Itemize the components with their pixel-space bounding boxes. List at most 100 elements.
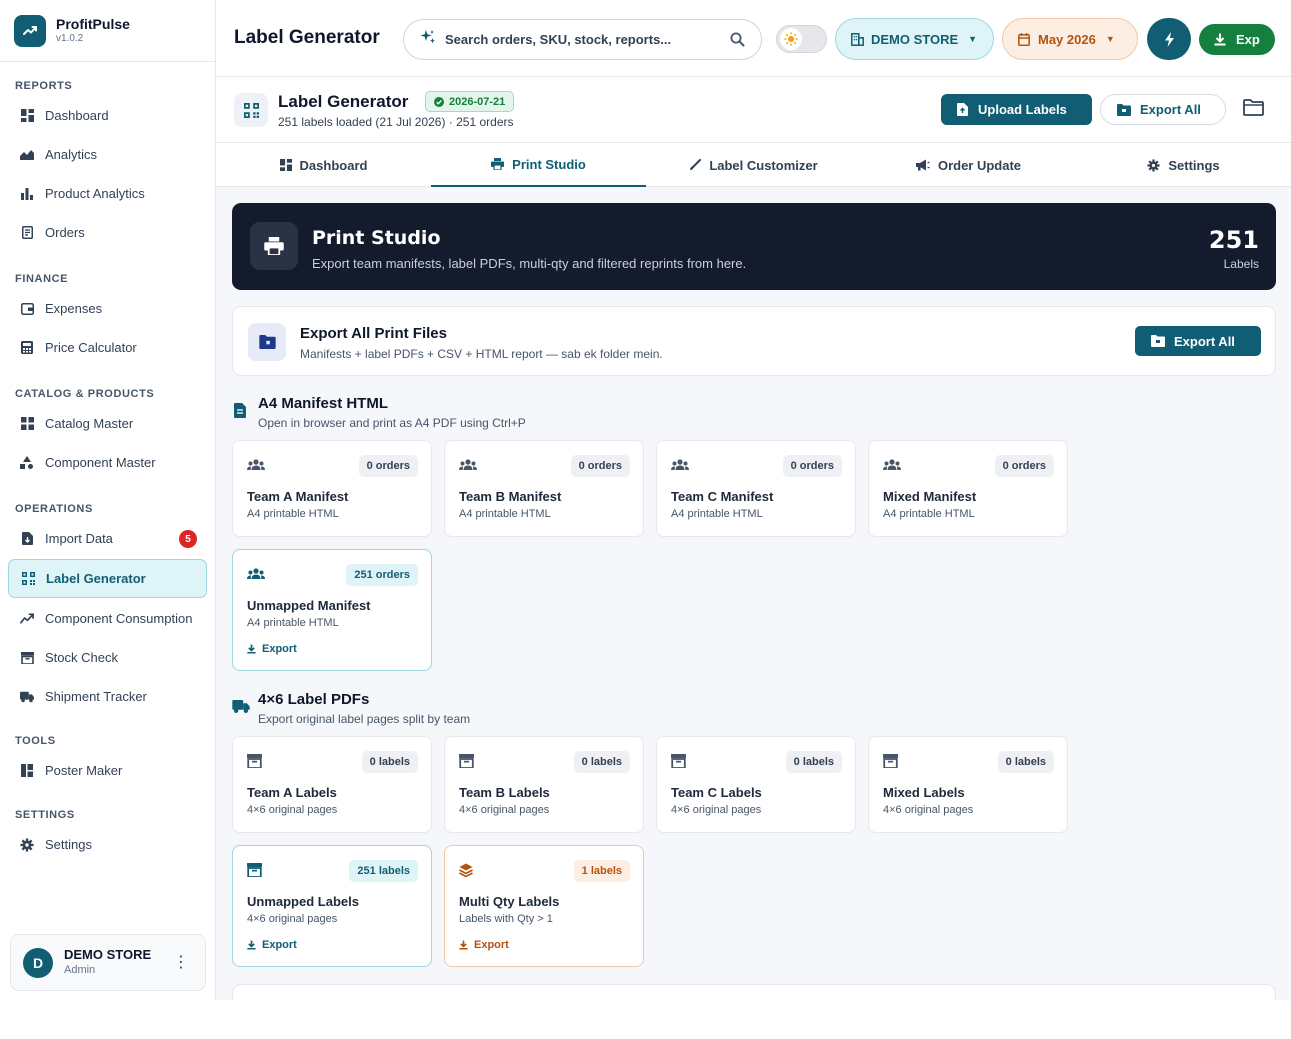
upload-labels-button[interactable]: Upload Labels [941,94,1092,125]
main-content: Print Studio Export team manifests, labe… [216,187,1291,1000]
folder-icon [248,323,286,361]
sidebar-item-orders[interactable]: Orders [0,213,215,252]
grid-icon [20,417,34,431]
folder-open-icon[interactable] [1243,99,1264,121]
section-title: Label Generator [278,92,409,111]
sidebar-item-expenses[interactable]: Expenses [0,289,215,328]
grid-icon [279,159,292,171]
hero-subtitle: Export team manifests, label PDFs, multi… [312,256,747,271]
manifest-card-mixed[interactable]: 0 orders Mixed Manifest A4 printable HTM… [868,440,1068,537]
trend-icon [20,612,34,626]
card-title: Multi Qty Labels [459,894,560,909]
section-subtitle: 251 labels loaded (21 Jul 2026) · 251 or… [278,115,514,129]
caret-down-icon: ▼ [968,34,978,44]
quick-action-button[interactable] [1147,18,1191,60]
sparkle-icon [420,29,436,50]
archive-box-icon [247,754,262,773]
calendar-icon [1018,32,1030,46]
sidebar-item-analytics[interactable]: Analytics [0,135,215,174]
label-card-team-a[interactable]: 0 labels Team A Labels 4×6 original page… [232,736,432,833]
sidebar-item-component-master[interactable]: Component Master [0,443,215,482]
manifest-card-unmapped[interactable]: 251 orders Unmapped Manifest A4 printabl… [232,549,432,671]
date-badge: 2026-07-21 [425,91,515,112]
sidebar-item-catalog-master[interactable]: Catalog Master [0,404,215,443]
export-link[interactable]: Export [247,643,297,655]
label-card-mixed[interactable]: 0 labels Mixed Labels 4×6 original pages [868,736,1068,833]
card-subtitle: 4×6 original pages [459,804,550,816]
tab-settings[interactable]: Settings [1076,143,1291,187]
export-card-title: Export All Print Files [300,325,447,342]
export-label: Exp [1236,32,1260,47]
sidebar-item-label: Poster Maker [45,763,123,778]
sidebar-item-import-data[interactable]: Import Data 5 [0,519,215,558]
user-card[interactable]: D DEMO STORE Admin ⋮ [10,934,206,991]
search-input[interactable]: Search orders, SKU, stock, reports... [403,19,762,60]
hero-count-label: Labels [1223,257,1259,271]
tab-order-update[interactable]: Order Update [861,143,1076,187]
brand[interactable]: ProfitPulse v1.0.2 [0,0,215,62]
sidebar-item-label: Dashboard [45,108,109,123]
sidebar-item-poster-maker[interactable]: Poster Maker [0,751,215,790]
sidebar-item-label: Shipment Tracker [45,689,147,704]
tab-dashboard[interactable]: Dashboard [216,143,431,187]
export-button[interactable]: Exp [1199,24,1275,55]
count-badge: 0 orders [994,455,1054,477]
sidebar-item-dashboard[interactable]: Dashboard [0,96,215,135]
users-icon [671,458,689,476]
label-card-unmapped[interactable]: 251 labels Unmapped Labels 4×6 original … [232,845,432,967]
search-placeholder: Search orders, SKU, stock, reports... [445,32,672,47]
trend-up-logo-icon [14,14,46,47]
sidebar-item-label-generator[interactable]: Label Generator [8,559,207,598]
sidebar-item-label: Settings [45,837,92,852]
export-link[interactable]: Export [247,939,297,951]
export-all-card: Export All Print Files Manifests + label… [232,306,1276,376]
card-title: Mixed Labels [883,785,965,800]
bar-chart-icon [20,187,34,201]
tab-label-customizer[interactable]: Label Customizer [646,143,861,187]
tab-bar: Dashboard Print Studio Label Customizer … [216,143,1291,187]
document-icon [20,226,34,240]
user-name: DEMO STORE [64,947,152,962]
card-title: Team A Labels [247,785,337,800]
search-icon[interactable] [730,32,745,52]
sun-icon [780,28,802,50]
users-icon [459,458,477,476]
export-all-files-label: Export All [1174,333,1235,349]
count-badge: 0 orders [358,455,418,477]
tab-print-studio[interactable]: Print Studio [431,143,646,187]
more-vertical-icon[interactable]: ⋮ [173,955,189,971]
manifest-section-subtitle: Open in browser and print as A4 PDF usin… [258,416,526,430]
sidebar-item-stock-check[interactable]: Stock Check [0,638,215,677]
store-selector[interactable]: DEMO STORE ▼ [835,18,994,60]
theme-toggle[interactable] [776,25,827,53]
manifest-card-team-b[interactable]: 0 orders Team B Manifest A4 printable HT… [444,440,644,537]
sidebar-item-component-consumption[interactable]: Component Consumption [0,599,215,638]
upload-labels-label: Upload Labels [978,102,1067,117]
manifest-card-team-c[interactable]: 0 orders Team C Manifest A4 printable HT… [656,440,856,537]
sidebar-item-shipment-tracker[interactable]: Shipment Tracker [0,677,215,716]
export-link[interactable]: Export [459,939,509,951]
export-all-files-button[interactable]: Export All [1135,326,1261,356]
count-badge: 0 labels [573,751,630,773]
truck-icon [232,700,250,718]
label-card-team-c[interactable]: 0 labels Team C Labels 4×6 original page… [656,736,856,833]
printer-icon [491,158,505,170]
sidebar-item-label: Expenses [45,301,103,316]
label-card-multi-qty[interactable]: 1 labels Multi Qty Labels Labels with Qt… [444,845,644,967]
archive-box-icon [459,754,474,773]
manifest-card-team-a[interactable]: 0 orders Team A Manifest A4 printable HT… [232,440,432,537]
date-text: 2026-07-21 [449,95,506,108]
labels-section-subtitle: Export original label pages split by tea… [258,712,471,726]
sidebar-item-product-analytics[interactable]: Product Analytics [0,174,215,213]
month-selector[interactable]: May 2026 ▼ [1002,18,1138,60]
qrcode-icon [21,572,35,586]
folder-icon [1117,103,1131,116]
label-card-team-b[interactable]: 0 labels Team B Labels 4×6 original page… [444,736,644,833]
card-title: Team A Manifest [247,489,349,504]
download-icon [247,940,256,950]
sidebar-item-settings[interactable]: Settings [0,825,215,864]
export-all-button[interactable]: Export All [1100,94,1226,125]
sidebar-item-price-calculator[interactable]: Price Calculator [0,328,215,367]
sidebar-item-label: Product Analytics [45,186,145,201]
archive-box-icon [883,754,898,773]
